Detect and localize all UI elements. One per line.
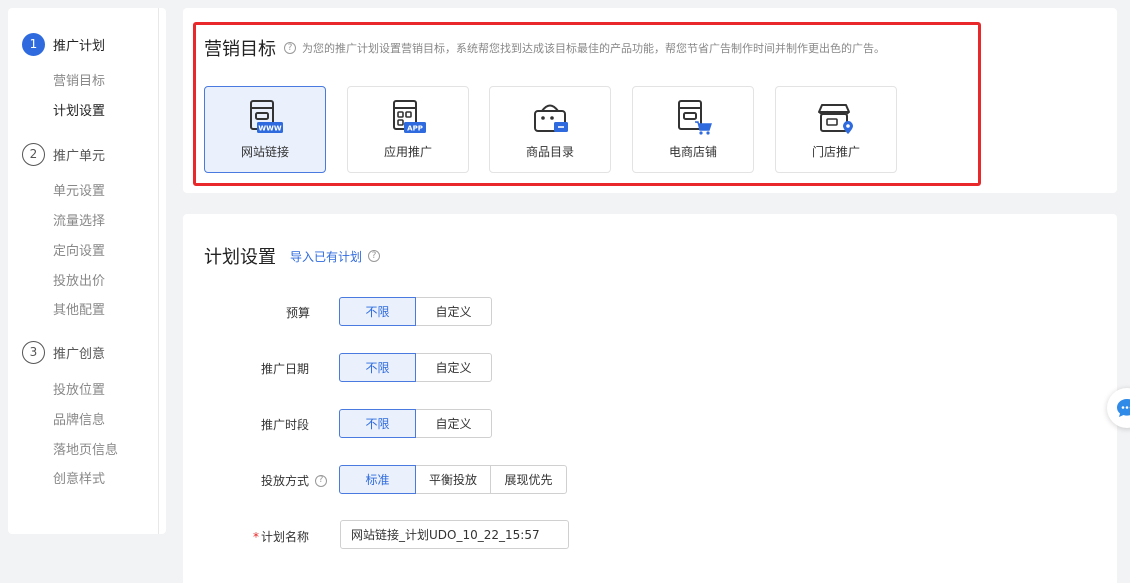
sidebar-item-landing-page[interactable]: 落地页信息 xyxy=(53,439,118,458)
marketing-goal-header: 营销目标 ? 为您的推广计划设置营销目标，系统帮您找到达成该目标最佳的产品功能，… xyxy=(204,35,885,61)
help-icon[interactable]: ? xyxy=(368,250,381,262)
product-catalog-icon xyxy=(534,104,568,132)
plan-settings-card xyxy=(183,214,1117,583)
help-icon[interactable]: ? xyxy=(315,474,328,487)
plan-name-input[interactable] xyxy=(340,520,569,549)
help-icon[interactable]: ? xyxy=(284,42,296,54)
budget-segmented: 不限 自定义 xyxy=(339,297,492,326)
mode-exposure-first-button[interactable]: 展现优先 xyxy=(490,465,567,494)
step-promotion-plan[interactable]: 1 推广计划 xyxy=(22,32,105,56)
sidebar-item-unit-settings[interactable]: 单元设置 xyxy=(53,180,105,199)
sidebar-item-marketing-goal[interactable]: 营销目标 xyxy=(53,70,105,89)
goal-option-label: 电商店铺 xyxy=(668,145,717,159)
sidebar-item-other-config[interactable]: 其他配置 xyxy=(53,299,105,318)
plan-name-label-row: * 计划名称 xyxy=(253,528,309,545)
goal-option-label: 应用推广 xyxy=(383,145,432,159)
sidebar-item-placement[interactable]: 投放位置 xyxy=(53,379,105,398)
section-description: 为您的推广计划设置营销目标，系统帮您找到达成该目标最佳的产品功能，帮您节省广告制… xyxy=(302,42,885,55)
store-promotion-icon xyxy=(818,104,853,134)
section-title: 计划设置 xyxy=(204,247,276,268)
budget-custom-button[interactable]: 自定义 xyxy=(415,297,492,326)
chat-icon xyxy=(1117,399,1130,417)
goal-option-ecommerce-store[interactable]: 电商店铺 xyxy=(632,86,754,173)
step-label: 推广单元 xyxy=(53,148,106,164)
delivery-mode-segmented: 标准 平衡投放 展现优先 xyxy=(339,465,567,494)
period-segmented: 不限 自定义 xyxy=(339,409,492,438)
date-unlimited-button[interactable]: 不限 xyxy=(339,353,416,382)
sidebar-item-traffic-selection[interactable]: 流量选择 xyxy=(53,210,105,229)
step-number: 3 xyxy=(22,340,45,364)
mode-standard-button[interactable]: 标准 xyxy=(339,465,416,494)
step-label: 推广计划 xyxy=(53,38,106,54)
budget-label: 预算 xyxy=(286,306,311,320)
svg-text:APP: APP xyxy=(407,125,423,133)
goal-option-store-promotion[interactable]: 门店推广 xyxy=(775,86,897,173)
promotion-period-label: 推广时段 xyxy=(261,418,310,432)
goal-option-label: 商品目录 xyxy=(525,145,574,159)
period-custom-button[interactable]: 自定义 xyxy=(415,409,492,438)
promotion-date-label: 推广日期 xyxy=(261,362,310,376)
website-link-icon: WWW xyxy=(250,100,283,133)
goal-option-label: 门店推广 xyxy=(811,145,860,159)
mode-balanced-button[interactable]: 平衡投放 xyxy=(415,465,491,494)
date-custom-button[interactable]: 自定义 xyxy=(415,353,492,382)
delivery-mode-label: 投放方式 xyxy=(261,474,310,488)
date-segmented: 不限 自定义 xyxy=(339,353,492,382)
goal-option-website-link[interactable]: WWW 网站链接 xyxy=(204,86,326,173)
step-number: 1 xyxy=(22,32,45,56)
import-plan-link[interactable]: 导入已有计划 xyxy=(290,248,362,265)
section-title: 营销目标 xyxy=(204,39,276,60)
goal-option-product-catalog[interactable]: 商品目录 xyxy=(489,86,611,173)
plan-settings-header: 计划设置 导入已有计划 ? xyxy=(204,243,386,269)
ecommerce-store-icon xyxy=(678,100,712,135)
svg-text:WWW: WWW xyxy=(258,125,281,133)
delivery-mode-row-label: 投放方式 ? xyxy=(261,472,333,489)
step-promotion-creative[interactable]: 3 推广创意 xyxy=(22,340,105,364)
plan-name-label: 计划名称 xyxy=(261,530,310,544)
step-promotion-unit[interactable]: 2 推广单元 xyxy=(22,142,105,166)
step-number: 2 xyxy=(22,142,45,166)
sidebar-divider xyxy=(158,8,159,534)
app-promotion-icon: APP xyxy=(393,100,426,133)
required-mark: * xyxy=(253,530,259,544)
step-label: 推广创意 xyxy=(53,346,106,362)
sidebar-item-targeting[interactable]: 定向设置 xyxy=(53,240,105,259)
budget-unlimited-button[interactable]: 不限 xyxy=(339,297,416,326)
sidebar-item-brand-info[interactable]: 品牌信息 xyxy=(53,409,105,428)
goal-option-label: 网站链接 xyxy=(240,145,289,159)
sidebar-item-creative-style[interactable]: 创意样式 xyxy=(53,468,105,487)
period-unlimited-button[interactable]: 不限 xyxy=(339,409,416,438)
goal-option-app-promotion[interactable]: APP 应用推广 xyxy=(347,86,469,173)
sidebar-item-bidding[interactable]: 投放出价 xyxy=(53,270,105,289)
sidebar-item-plan-settings[interactable]: 计划设置 xyxy=(53,100,105,119)
